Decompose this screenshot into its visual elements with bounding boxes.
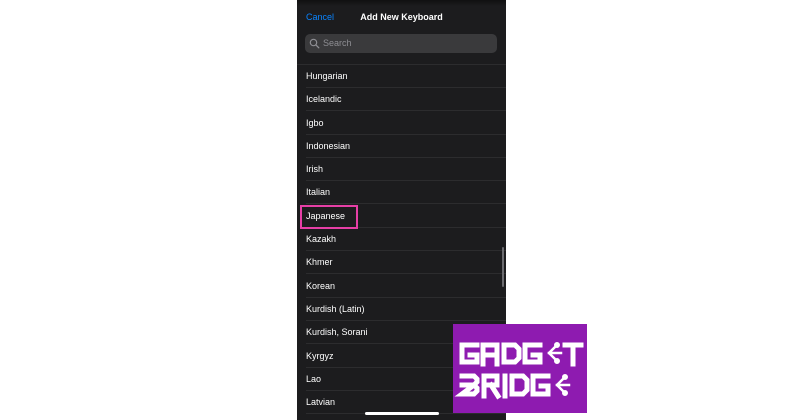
home-indicator [365, 412, 439, 415]
language-row[interactable]: Irish [306, 158, 506, 182]
logo-graphic [454, 342, 584, 400]
language-row[interactable]: Khmer [306, 251, 506, 275]
language-row[interactable]: Hungarian [306, 64, 506, 88]
language-label: Latvian [306, 397, 336, 408]
language-label: Kurdish (Latin) [306, 303, 365, 314]
page-title: Add New Keyboard [360, 12, 443, 22]
language-label: Irish [306, 164, 324, 175]
language-row[interactable]: Igbo [306, 111, 506, 135]
search-placeholder: Search [323, 38, 352, 48]
search-icon [309, 38, 320, 49]
language-label: Kazakh [306, 234, 337, 245]
language-row[interactable]: Kazakh [306, 228, 506, 252]
language-label: Igbo [306, 117, 324, 128]
language-label: Kyrgyz [306, 350, 334, 361]
japanese-highlight-box [300, 205, 358, 229]
language-label: Icelandic [306, 94, 342, 105]
language-row[interactable]: Indonesian [306, 135, 506, 158]
language-row[interactable]: Italian [306, 181, 506, 205]
language-label: Hungarian [306, 71, 348, 81]
language-label: Kurdish, Sorani [306, 327, 368, 338]
language-row[interactable]: Kurdish (Latin) [306, 298, 506, 321]
language-row[interactable]: Korean [306, 274, 506, 298]
language-label: Lao [306, 373, 322, 384]
status-area [297, 0, 506, 6]
language-row[interactable]: Icelandic [306, 88, 506, 112]
gadget-bridge-logo [453, 324, 587, 413]
keyboard-sheet-header: Cancel Add New Keyboard Search [297, 0, 506, 64]
language-label: Korean [306, 280, 336, 291]
language-label: Italian [306, 187, 331, 198]
scrollbar[interactable] [502, 247, 504, 287]
language-label: Khmer [306, 257, 333, 268]
language-label: Indonesian [306, 140, 351, 151]
search-input[interactable]: Search [305, 34, 497, 53]
nav-bar: Cancel Add New Keyboard [297, 10, 506, 28]
